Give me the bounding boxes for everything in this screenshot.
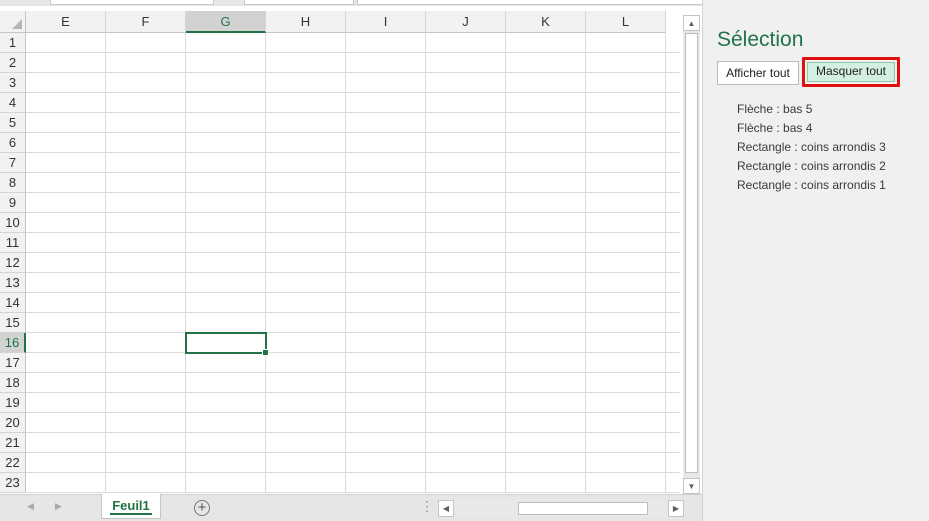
row-header-23[interactable]: 23 xyxy=(0,473,26,493)
row-header-13[interactable]: 13 xyxy=(0,273,26,293)
select-all-corner[interactable] xyxy=(0,11,26,33)
sheet-tab-feuil1[interactable]: Feuil1 xyxy=(101,494,161,519)
column-header-f[interactable]: F xyxy=(106,11,186,33)
scroll-right-icon[interactable]: ▶ xyxy=(668,500,684,517)
row-header-21[interactable]: 21 xyxy=(0,433,26,453)
row-header-2[interactable]: 2 xyxy=(0,53,26,73)
sheet-tab-underline xyxy=(110,513,152,515)
row-header-9[interactable]: 9 xyxy=(0,193,26,213)
column-header-j[interactable]: J xyxy=(426,11,506,33)
hide-all-button-highlight: Masquer tout xyxy=(802,57,900,87)
active-cell-g16[interactable] xyxy=(185,332,269,356)
select-all-triangle-icon xyxy=(12,19,22,29)
scroll-left-icon[interactable]: ◀ xyxy=(438,500,454,517)
object-list-item[interactable]: Rectangle : coins arrondis 3 xyxy=(737,138,886,157)
object-list-item[interactable]: Flèche : bas 4 xyxy=(737,119,886,138)
vertical-scroll-thumb[interactable] xyxy=(685,33,698,473)
horizontal-scroll-thumb[interactable] xyxy=(518,502,648,515)
vertical-scrollbar[interactable]: ▲ ▼ xyxy=(683,15,700,494)
object-list-item[interactable]: Rectangle : coins arrondis 1 xyxy=(737,176,886,195)
scroll-down-icon[interactable]: ▼ xyxy=(683,478,700,494)
tab-split-handle-icon[interactable]: ⋮ xyxy=(420,499,434,513)
row-header-6[interactable]: 6 xyxy=(0,133,26,153)
row-header-19[interactable]: 19 xyxy=(0,393,26,413)
row-header-15[interactable]: 15 xyxy=(0,313,26,333)
show-all-button[interactable]: Afficher tout xyxy=(717,61,799,85)
sheet-tab-label: Feuil1 xyxy=(112,498,150,513)
row-header-4[interactable]: 4 xyxy=(0,93,26,113)
row-header-8[interactable]: 8 xyxy=(0,173,26,193)
row-header-3[interactable]: 3 xyxy=(0,73,26,93)
column-header-l[interactable]: L xyxy=(586,11,666,33)
column-header-h[interactable]: H xyxy=(266,11,346,33)
row-header-12[interactable]: 12 xyxy=(0,253,26,273)
object-list-item[interactable]: Rectangle : coins arrondis 2 xyxy=(737,157,886,176)
cell-area[interactable] xyxy=(26,33,680,493)
selection-pane-title: Sélection xyxy=(717,28,804,51)
row-header-17[interactable]: 17 xyxy=(0,353,26,373)
fill-handle[interactable] xyxy=(262,349,269,356)
prev-sheet-icon[interactable]: ◀ xyxy=(27,501,34,512)
row-header-11[interactable]: 11 xyxy=(0,233,26,253)
row-header-20[interactable]: 20 xyxy=(0,413,26,433)
column-header-g[interactable]: G xyxy=(186,11,266,33)
row-header-5[interactable]: 5 xyxy=(0,113,26,133)
object-list-item[interactable]: Flèche : bas 5 xyxy=(737,100,886,119)
row-header-1[interactable]: 1 xyxy=(0,33,26,53)
column-header-k[interactable]: K xyxy=(506,11,586,33)
add-sheet-icon[interactable]: + xyxy=(194,500,210,516)
selection-pane: Sélection Afficher tout Masquer tout Flè… xyxy=(702,0,929,521)
sheet-tab-bar: ◀ ▶ Feuil1 + ⋮ ◀ ▶ xyxy=(0,494,702,521)
row-header-22[interactable]: 22 xyxy=(0,453,26,473)
hide-all-button[interactable]: Masquer tout xyxy=(807,62,895,82)
row-header-7[interactable]: 7 xyxy=(0,153,26,173)
row-header-18[interactable]: 18 xyxy=(0,373,26,393)
column-header-i[interactable]: I xyxy=(346,11,426,33)
row-header-10[interactable]: 10 xyxy=(0,213,26,233)
top-field-left[interactable] xyxy=(50,0,214,5)
row-header-14[interactable]: 14 xyxy=(0,293,26,313)
horizontal-scrollbar[interactable]: ◀ ▶ xyxy=(438,500,684,517)
top-field-middle[interactable] xyxy=(244,0,354,5)
object-list: Flèche : bas 5 Flèche : bas 4 Rectangle : … xyxy=(737,100,886,195)
row-header-16[interactable]: 16 xyxy=(0,333,26,353)
column-header-e[interactable]: E xyxy=(26,11,106,33)
scroll-up-icon[interactable]: ▲ xyxy=(683,15,700,31)
next-sheet-icon[interactable]: ▶ xyxy=(55,501,62,512)
